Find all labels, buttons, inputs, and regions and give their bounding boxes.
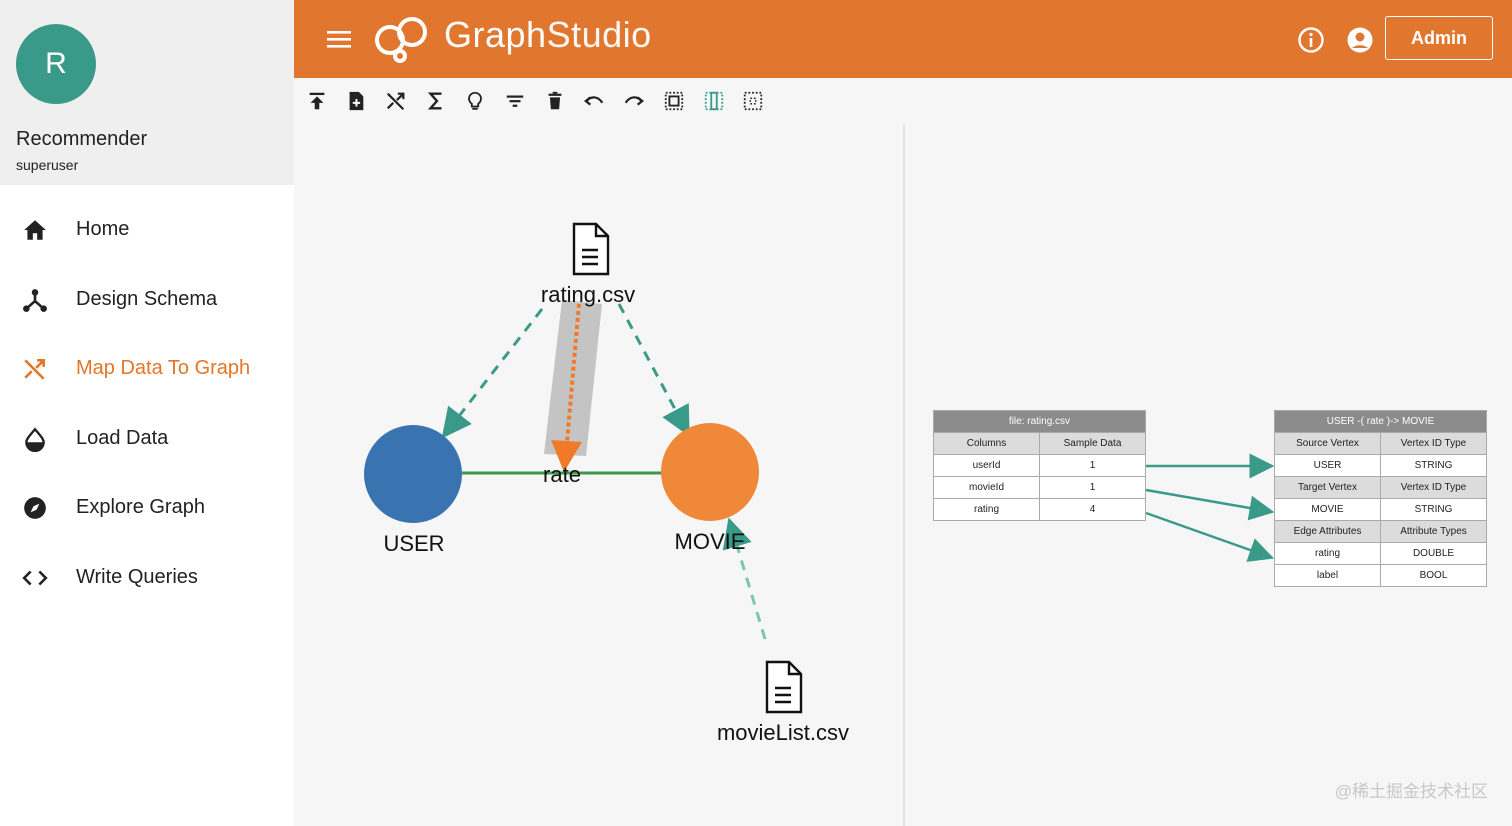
info-icon[interactable] [1297, 26, 1325, 54]
cell: label [1274, 564, 1381, 587]
mapping-panel: file: rating.csv Columns Sample Data user… [905, 124, 1512, 826]
cell: 4 [1039, 498, 1146, 521]
redo-icon[interactable] [623, 90, 645, 112]
watermark: @稀土掘金技术社区 [1334, 782, 1488, 801]
vertex-user[interactable] [364, 425, 462, 523]
undo-icon[interactable] [583, 90, 605, 112]
table-row[interactable]: MOVIE STRING [1274, 498, 1487, 521]
nav-label: Design Schema [76, 287, 218, 310]
brand-bold: Graph [444, 14, 547, 55]
vertex-label-movie: MOVIE [674, 529, 746, 554]
mapping-arrow-rating[interactable] [1145, 511, 1275, 562]
file-to-movie-link[interactable] [617, 303, 690, 437]
filter-icon[interactable] [504, 90, 526, 112]
vertex-movie[interactable] [661, 423, 759, 521]
admin-button[interactable]: Admin [1385, 16, 1493, 60]
schema-icon [23, 289, 47, 312]
cell: 1 [1039, 476, 1146, 499]
bulb-icon[interactable] [464, 90, 486, 112]
target-edge-table: USER -( rate )-> MOVIE Source Vertex Vert… [1274, 410, 1487, 587]
nav-load-data[interactable]: Load Data [0, 408, 294, 468]
cell: DOUBLE [1380, 542, 1487, 565]
shuffle-icon [24, 359, 45, 380]
toolbar [294, 78, 1512, 124]
deselect-icon[interactable] [742, 90, 764, 112]
column-header: Source Vertex [1274, 432, 1381, 455]
delete-icon[interactable] [544, 90, 566, 112]
nav-write-queries[interactable]: Write Queries [0, 547, 294, 607]
account-icon[interactable] [1346, 26, 1374, 54]
brand-title: GraphStudio [444, 14, 652, 56]
cell: rating [1274, 542, 1381, 565]
column-header: Sample Data [1039, 432, 1146, 455]
nav-label: Home [76, 217, 130, 240]
table-row[interactable]: rating 4 [933, 498, 1146, 521]
edge-label-rate: rate [543, 462, 581, 487]
cell: rating [933, 498, 1040, 521]
file-to-user-link[interactable] [441, 308, 544, 439]
menu-icon[interactable] [324, 26, 354, 52]
mapping-arrow-movieid[interactable] [1145, 488, 1275, 521]
source-file-table: file: rating.csv Columns Sample Data user… [933, 410, 1146, 521]
top-header: GraphStudio Admin [294, 0, 1512, 78]
column-header: Edge Attributes [1274, 520, 1381, 543]
select-all-icon[interactable] [663, 90, 685, 112]
table-row[interactable]: userId 1 [933, 454, 1146, 477]
profile-panel: R Recommender superuser [0, 0, 294, 185]
column-header: Target Vertex [1274, 476, 1381, 499]
add-file-icon[interactable] [345, 90, 367, 112]
shuffle-icon[interactable] [385, 90, 407, 112]
sidebar: R Recommender superuser Home Design Sche… [0, 0, 294, 826]
cell: 1 [1039, 454, 1146, 477]
source-table-title: file: rating.csv [933, 410, 1146, 433]
column-header: Vertex ID Type [1380, 476, 1487, 499]
file-icon[interactable] [572, 222, 610, 276]
file-label-movielist: movieList.csv [716, 720, 850, 745]
column-header: Columns [933, 432, 1040, 455]
cell: movieId [933, 476, 1040, 499]
nav-design-schema[interactable]: Design Schema [0, 269, 294, 329]
home-icon [24, 220, 46, 240]
table-row[interactable]: label BOOL [1274, 564, 1487, 587]
cell: STRING [1380, 454, 1487, 477]
nav-home[interactable]: Home [0, 199, 294, 259]
select-middle-icon[interactable] [703, 90, 725, 112]
edge-mapping-highlight [544, 300, 602, 456]
compass-icon [24, 497, 46, 519]
vertex-label-user: USER [383, 531, 445, 556]
user-role: superuser [16, 157, 79, 173]
file-icon[interactable] [765, 660, 803, 714]
graph-canvas[interactable]: rating.csv movieList.csv USER MOVIE rate [294, 124, 903, 826]
target-table-title: USER -( rate )-> MOVIE [1274, 410, 1487, 433]
cell: MOVIE [1274, 498, 1381, 521]
cell: BOOL [1380, 564, 1487, 587]
column-header: Attribute Types [1380, 520, 1487, 543]
sigma-icon[interactable] [425, 90, 447, 112]
cell: USER [1274, 454, 1381, 477]
brand-light: Studio [546, 14, 652, 55]
file-label-rating: rating.csv [540, 282, 636, 307]
graph-name: Recommender [16, 128, 148, 150]
table-row[interactable]: movieId 1 [933, 476, 1146, 499]
drop-icon [25, 427, 45, 452]
nav-label: Write Queries [76, 565, 198, 588]
code-icon [22, 570, 48, 586]
nav-label: Explore Graph [76, 495, 205, 518]
logo-icon [375, 17, 427, 63]
nav-label: Map Data To Graph [76, 356, 251, 379]
nav-label: Load Data [76, 426, 169, 449]
cell: STRING [1380, 498, 1487, 521]
avatar[interactable]: R [16, 24, 96, 104]
column-header: Vertex ID Type [1380, 432, 1487, 455]
nav-explore-graph[interactable]: Explore Graph [0, 477, 294, 537]
table-row[interactable]: USER STRING [1274, 454, 1487, 477]
nav-map-data-to-graph[interactable]: Map Data To Graph [0, 338, 294, 398]
cell: userId [933, 454, 1040, 477]
upload-icon[interactable] [306, 90, 328, 112]
table-row[interactable]: rating DOUBLE [1274, 542, 1487, 565]
